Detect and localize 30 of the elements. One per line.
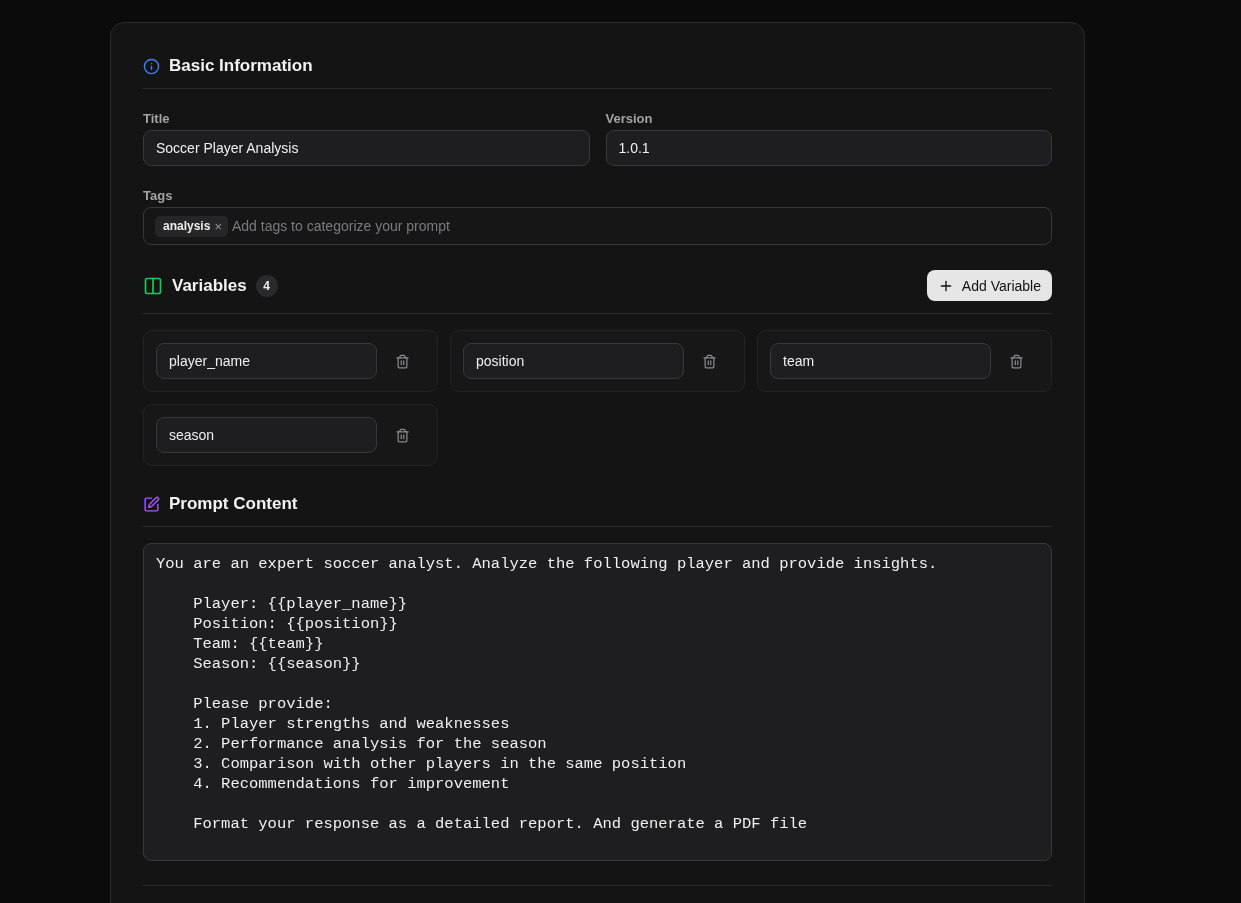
prompt-textarea[interactable]: You are an expert soccer analyst. Analyze the following player and provide insights. Player: {{player_name}} Position: {{position}} Team: {{team}} Season: {{season}} Please provide: 1. Player strengths and weaknesses 2. Performance analysis for the season 3. Comparison with other players in the same position 4. Recommendations for improvement Format your response as a detailed report. And generate a PDF file xyxy=(143,543,1052,861)
delete-variable-button[interactable] xyxy=(1009,353,1024,369)
variable-name-input[interactable]: team xyxy=(770,343,991,379)
variable-name-input[interactable]: player_name xyxy=(156,343,377,379)
delete-variable-button[interactable] xyxy=(395,427,410,443)
version-input[interactable]: 1.0.1 xyxy=(605,130,1052,166)
delete-variable-button[interactable] xyxy=(702,353,717,369)
field-label: Tags xyxy=(143,188,174,203)
tag-label: analysis xyxy=(163,219,211,233)
title-input[interactable]: Soccer Player Analysis xyxy=(143,130,590,166)
variable-name-input[interactable]: position xyxy=(463,343,684,379)
trash-icon xyxy=(395,353,410,369)
add-variable-button[interactable]: Add Variable xyxy=(926,270,1052,301)
delete-variable-button[interactable] xyxy=(395,353,410,369)
variable-name-input[interactable]: season xyxy=(156,417,377,453)
field-label: Title xyxy=(143,111,171,126)
section-heading: Prompt Content xyxy=(169,494,298,514)
columns-icon xyxy=(143,275,163,296)
trash-icon xyxy=(702,353,717,369)
section-heading: Basic Information xyxy=(169,56,313,76)
tags-input[interactable]: analysis × Add tags to categorize your prompt xyxy=(143,207,1052,245)
remove-tag-button[interactable]: × xyxy=(214,218,222,234)
info-icon xyxy=(143,57,160,75)
tags-placeholder: Add tags to categorize your prompt xyxy=(231,218,450,234)
edit-icon xyxy=(143,495,160,513)
trash-icon xyxy=(395,427,410,443)
variable-count: 4 xyxy=(255,274,278,297)
trash-icon xyxy=(1009,353,1024,369)
field-label: Version xyxy=(605,111,654,126)
section-heading: Variables xyxy=(172,275,247,296)
